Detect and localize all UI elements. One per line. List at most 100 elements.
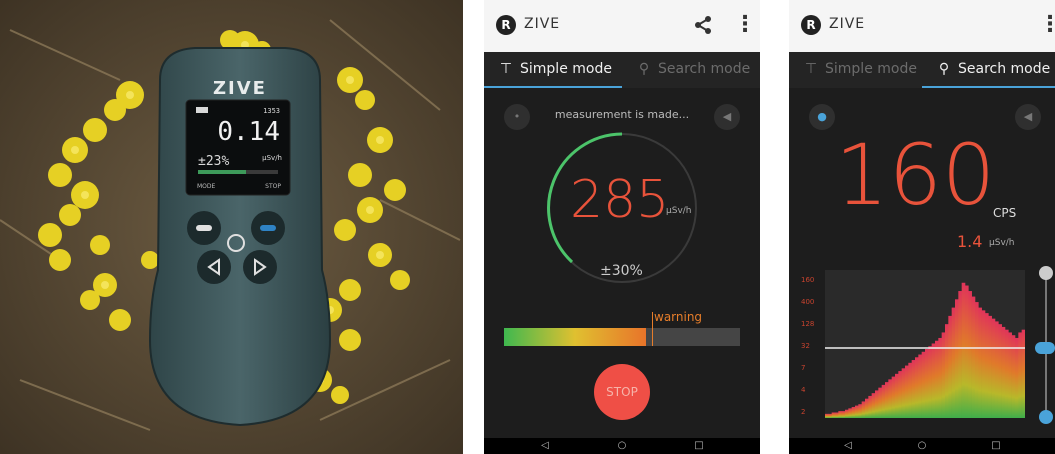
share-icon[interactable]	[692, 14, 714, 36]
device-photo: ZIVE 1353 0.14 ±23% µSv/h MODE STOP	[0, 0, 463, 454]
app-logo-icon: R	[496, 15, 516, 35]
chart-bar	[881, 384, 886, 418]
slider-bottom-handle[interactable]	[1039, 410, 1053, 424]
svg-text:1353: 1353	[263, 107, 280, 115]
chart-bar	[845, 409, 849, 418]
svg-text:STOP: STOP	[265, 183, 281, 190]
chart-bar	[988, 315, 992, 418]
dose-rate-unit: µSv/h	[666, 206, 692, 216]
y-tick-label: 128	[801, 320, 815, 328]
home-icon[interactable]: ○	[615, 440, 629, 452]
accuracy-value: ±30%	[600, 263, 643, 279]
radiation-level-bar	[504, 312, 740, 346]
chart-bar	[888, 379, 892, 418]
chart-bar	[871, 393, 876, 418]
slider-top-handle[interactable]	[1039, 266, 1053, 280]
app-logo-icon: R	[801, 15, 821, 35]
dose-rate-value: 285	[570, 170, 670, 230]
more-options-icon[interactable]: ⋮	[1039, 14, 1055, 38]
chart-bar	[998, 324, 1002, 418]
sound-icon[interactable]: ◀	[1015, 104, 1041, 130]
phone-simple-mode: R ZIVE ⋮ ⊤ Simple mode ⚲ Search mode • ◀ m…	[484, 0, 760, 454]
indicator-button[interactable]: ●	[809, 104, 835, 130]
count-rate-value: 160	[835, 126, 996, 224]
chart-bar	[948, 315, 952, 418]
tab-label: Search mode	[958, 61, 1051, 77]
search-icon: ⚲	[638, 61, 650, 77]
chart-bar	[911, 360, 916, 418]
chart-bar	[901, 368, 906, 418]
device-brand-label: ZIVE	[213, 78, 267, 99]
tab-label: Simple mode	[520, 61, 612, 77]
mode-tabs: ⊤ Simple mode ⚲ Search mode	[789, 52, 1055, 88]
chart-bar	[931, 343, 936, 418]
chart-bar	[848, 408, 852, 418]
pin-icon: ⊤	[499, 61, 513, 77]
chart-bar	[1018, 332, 1022, 418]
chart-bar	[961, 282, 966, 418]
threshold-slider-handle[interactable]	[1035, 342, 1055, 354]
app-bar: R ZIVE ⋮	[789, 0, 1055, 52]
chart-bar	[975, 302, 979, 418]
chart-bar	[891, 376, 896, 418]
svg-text:µSv/h: µSv/h	[262, 154, 282, 162]
y-tick-label: 160	[801, 276, 815, 284]
svg-text:0.14: 0.14	[217, 117, 280, 147]
warning-marker	[652, 312, 653, 346]
chart-bar	[905, 365, 909, 418]
search-mode-content: ● ◀ 160 CPS 1.4 µSv/h 160 400 128 32 7 4 2	[789, 88, 1055, 454]
tab-search-mode[interactable]: ⚲ Search mode	[622, 52, 760, 88]
measurement-status: measurement is made...	[554, 108, 690, 121]
tab-simple-mode[interactable]: ⊤ Simple mode	[789, 52, 922, 88]
chart-bar	[965, 285, 969, 418]
recents-icon[interactable]: □	[692, 440, 706, 452]
chart-bar	[928, 346, 932, 418]
stop-button[interactable]: STOP	[594, 364, 650, 420]
chart-bar	[1015, 337, 1019, 418]
svg-text:±23%: ±23%	[198, 154, 229, 169]
chart-bar	[945, 324, 949, 418]
chart-bar	[1005, 329, 1009, 418]
chart-bar	[828, 413, 832, 418]
chart-bar	[955, 299, 959, 418]
app-bar: R ZIVE ⋮	[484, 0, 760, 52]
more-options-icon[interactable]: ⋮	[734, 14, 756, 38]
recents-icon[interactable]: □	[989, 440, 1003, 452]
tab-simple-mode[interactable]: ⊤ Simple mode	[484, 52, 622, 88]
count-rate-unit: CPS	[993, 206, 1017, 220]
back-icon[interactable]: ◁	[841, 440, 855, 452]
chart-bar	[1008, 332, 1012, 418]
chart-bar	[855, 405, 859, 418]
svg-text:MODE: MODE	[197, 183, 216, 190]
simple-mode-content: • ◀ measurement is made... 285 µSv/h ±30…	[484, 88, 760, 454]
chart-bar	[885, 382, 889, 418]
y-tick-label: 7	[801, 364, 806, 372]
chart-bar	[968, 291, 972, 418]
chart-bar	[838, 411, 842, 418]
tab-search-mode[interactable]: ⚲ Search mode	[922, 52, 1055, 88]
tab-label: Search mode	[658, 61, 751, 77]
device-photo-illustration: ZIVE 1353 0.14 ±23% µSv/h MODE STOP	[0, 0, 463, 454]
chart-bar	[978, 307, 982, 418]
chart-bar	[878, 387, 882, 418]
chart-bar	[835, 412, 839, 418]
home-icon[interactable]: ○	[915, 440, 929, 452]
dose-unit: µSv/h	[989, 238, 1015, 248]
pin-icon: ⊤	[804, 61, 818, 77]
system-navbar: ◁ ○ □	[789, 438, 1055, 454]
chart-bar	[858, 404, 862, 418]
y-tick-label: 2	[801, 408, 806, 416]
chart-bar	[951, 307, 956, 418]
count-history-chart	[825, 270, 1025, 418]
chart-bar	[971, 296, 976, 418]
chart-bar	[1001, 326, 1006, 418]
chart-bar	[991, 318, 996, 418]
back-icon[interactable]: ◁	[538, 440, 552, 452]
chart-bar	[958, 291, 962, 418]
app-title: ZIVE	[829, 16, 866, 32]
y-tick-label: 4	[801, 386, 806, 394]
chart-bar	[861, 401, 866, 418]
mode-tabs: ⊤ Simple mode ⚲ Search mode	[484, 52, 760, 88]
chart-bar	[921, 351, 926, 418]
chart-bar	[851, 406, 856, 418]
